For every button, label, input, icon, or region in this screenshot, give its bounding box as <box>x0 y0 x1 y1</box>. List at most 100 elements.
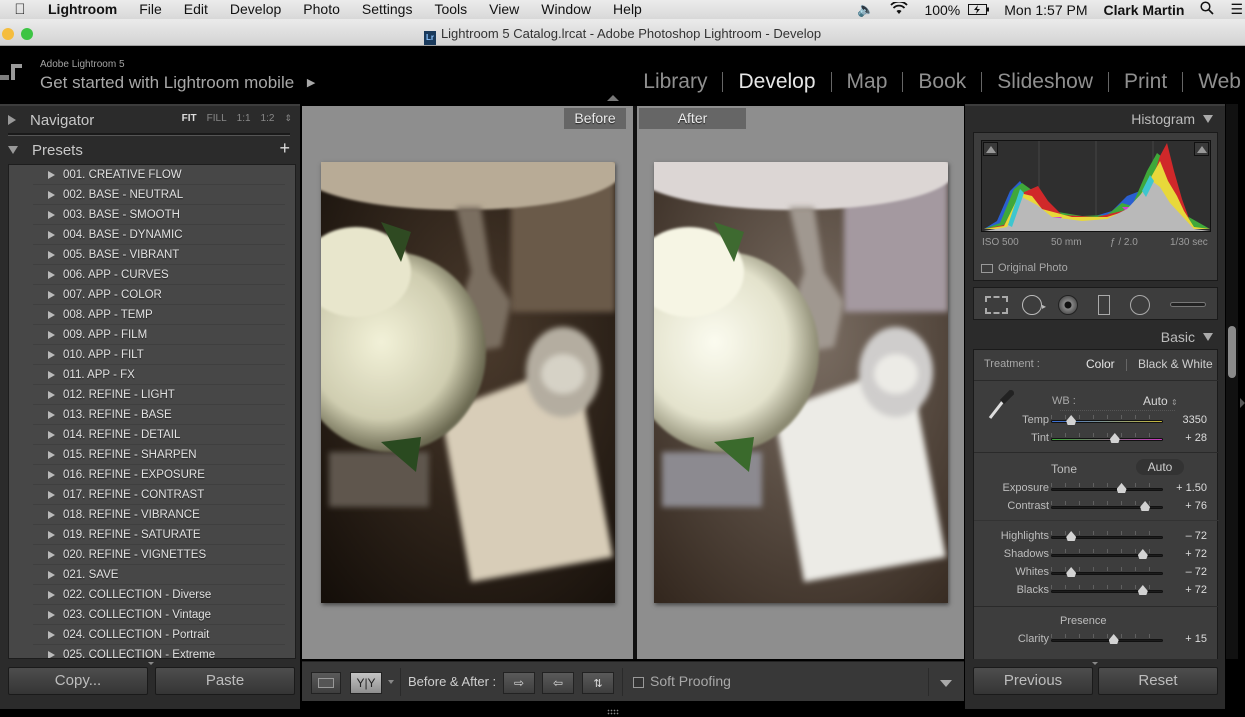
histogram-chart[interactable] <box>981 140 1211 232</box>
preset-folder[interactable]: 002. BASE - NEUTRAL <box>33 185 285 205</box>
expand-triangle-icon[interactable] <box>48 551 55 559</box>
presets-header[interactable]: Presets <box>8 136 83 164</box>
tint-slider[interactable]: Tint + 28 <box>974 430 1219 448</box>
basic-header[interactable]: Basic <box>1161 329 1213 345</box>
menu-develop[interactable]: Develop <box>219 0 292 19</box>
expand-triangle-icon[interactable] <box>48 211 55 219</box>
expand-triangle-icon[interactable] <box>48 631 55 639</box>
expand-triangle-icon[interactable] <box>48 571 55 579</box>
module-slideshow[interactable]: Slideshow <box>982 70 1108 94</box>
right-panel-scroll-thumb[interactable] <box>1228 326 1236 378</box>
expand-triangle-icon[interactable] <box>48 311 55 319</box>
preset-folder[interactable]: 020. REFINE - VIGNETTES <box>33 545 285 565</box>
preset-folder[interactable]: 017. REFINE - CONTRAST <box>33 485 285 505</box>
graduated-filter-tool-icon[interactable] <box>1098 295 1110 315</box>
preset-folder[interactable]: 010. APP - FILT <box>33 345 285 365</box>
preset-folder[interactable]: 009. APP - FILM <box>33 325 285 345</box>
expand-triangle-icon[interactable] <box>48 291 55 299</box>
wifi-icon[interactable] <box>882 0 916 18</box>
preset-folder[interactable]: 023. COLLECTION - Vintage <box>33 605 285 625</box>
expand-triangle-icon[interactable] <box>48 391 55 399</box>
crop-overlay-tool-icon[interactable] <box>985 296 1008 314</box>
user-name[interactable]: Clark Martin <box>1096 2 1193 18</box>
preset-folder[interactable]: 025. COLLECTION - Extreme <box>33 645 285 658</box>
contrast-value[interactable]: + 76 <box>1185 500 1207 512</box>
volume-icon[interactable]: 🔈 <box>849 1 882 18</box>
expand-triangle-icon[interactable] <box>48 251 55 259</box>
zoom-1-2[interactable]: 1:2 <box>261 113 275 124</box>
treatment-color-option[interactable]: Color <box>1086 357 1115 371</box>
right-panel-scrollbar[interactable] <box>1226 104 1238 659</box>
expand-triangle-icon[interactable] <box>48 591 55 599</box>
expand-triangle-icon[interactable] <box>48 491 55 499</box>
adjustment-brush-tool-icon[interactable] <box>1170 302 1206 307</box>
exposure-track[interactable] <box>1051 488 1163 491</box>
contrast-slider[interactable]: Contrast + 76 <box>974 498 1219 516</box>
collapse-filmstrip-icon[interactable] <box>607 709 619 715</box>
preset-folder[interactable]: 013. REFINE - BASE <box>33 405 285 425</box>
menu-settings[interactable]: Settings <box>351 0 424 19</box>
preset-folder[interactable]: 006. APP - CURVES <box>33 265 285 285</box>
copy-before-to-after-button[interactable]: ⇨ <box>503 672 535 694</box>
radial-filter-tool-icon[interactable] <box>1130 295 1150 315</box>
clarity-track[interactable] <box>1051 639 1163 642</box>
menu-window[interactable]: Window <box>530 0 602 19</box>
expand-triangle-icon[interactable] <box>48 511 55 519</box>
before-after-view-button[interactable]: Y|Y <box>350 672 382 694</box>
preset-folder[interactable]: 005. BASE - VIBRANT <box>33 245 285 265</box>
previous-button[interactable]: Previous <box>973 667 1093 695</box>
spotlight-search-icon[interactable] <box>1192 1 1222 18</box>
menu-view[interactable]: View <box>478 0 530 19</box>
preset-folder[interactable]: 019. REFINE - SATURATE <box>33 525 285 545</box>
menu-app[interactable]: Lightroom <box>40 0 128 19</box>
expand-triangle-icon[interactable] <box>48 651 55 658</box>
preset-folder[interactable]: 021. SAVE <box>33 565 285 585</box>
add-preset-icon[interactable]: + <box>279 138 290 159</box>
preset-folder[interactable]: 016. REFINE - EXPOSURE <box>33 465 285 485</box>
reset-button[interactable]: Reset <box>1098 667 1218 695</box>
expand-triangle-icon[interactable] <box>48 331 55 339</box>
menu-edit[interactable]: Edit <box>173 0 219 19</box>
red-eye-tool-icon[interactable] <box>1058 295 1078 315</box>
copy-button[interactable]: Copy... <box>8 667 148 695</box>
lightroom-mobile-link[interactable]: Get started with Lightroom mobile ▶ <box>40 73 315 93</box>
zoom-fill[interactable]: FILL <box>207 113 227 124</box>
temp-value[interactable]: 3350 <box>1183 414 1207 426</box>
treatment-bw-option[interactable]: Black & White <box>1138 357 1213 371</box>
clarity-slider[interactable]: Clarity + 15 <box>974 631 1219 649</box>
preset-folder[interactable]: 011. APP - FX <box>33 365 285 385</box>
zoom-fit[interactable]: FIT <box>182 113 197 124</box>
after-photo[interactable] <box>654 162 948 603</box>
preset-folder[interactable]: 015. REFINE - SHARPEN <box>33 445 285 465</box>
paste-button[interactable]: Paste <box>155 667 295 695</box>
apple-menu-icon[interactable]:  <box>0 1 40 18</box>
module-develop[interactable]: Develop <box>723 70 830 94</box>
loupe-view-button[interactable] <box>311 672 341 694</box>
blacks-slider[interactable]: Blacks + 72 <box>974 582 1219 600</box>
expand-triangle-icon[interactable] <box>48 451 55 459</box>
temp-slider[interactable]: Temp 3350 <box>974 412 1219 430</box>
preset-folder[interactable]: 008. APP - TEMP <box>33 305 285 325</box>
swap-before-after-button[interactable]: ⇅ <box>582 672 614 694</box>
expand-triangle-icon[interactable] <box>48 351 55 359</box>
expand-triangle-icon[interactable] <box>48 171 55 179</box>
expand-triangle-icon[interactable] <box>48 531 55 539</box>
zoom-stepper-icon[interactable]: ⇕ <box>284 113 292 124</box>
preset-folder[interactable]: 001. CREATIVE FLOW <box>33 165 285 185</box>
navigator-header[interactable]: Navigator <box>8 106 94 134</box>
preset-folder[interactable]: 007. APP - COLOR <box>33 285 285 305</box>
expand-triangle-icon[interactable] <box>48 271 55 279</box>
expand-triangle-icon[interactable] <box>48 611 55 619</box>
soft-proofing-checkbox[interactable] <box>633 677 644 688</box>
notification-center-icon[interactable]: ☰ <box>1222 1 1245 18</box>
shadows-slider[interactable]: Shadows + 72 <box>974 546 1219 564</box>
menu-tools[interactable]: Tools <box>423 0 478 19</box>
whites-slider[interactable]: Whites – 72 <box>974 564 1219 582</box>
highlight-clipping-toggle[interactable] <box>1194 142 1209 156</box>
tint-value[interactable]: + 28 <box>1185 432 1207 444</box>
module-book[interactable]: Book <box>903 70 981 94</box>
preset-folder[interactable]: 012. REFINE - LIGHT <box>33 385 285 405</box>
shadows-value[interactable]: + 72 <box>1185 548 1207 560</box>
histogram-header[interactable]: Histogram <box>1131 111 1213 127</box>
original-photo-checkbox[interactable] <box>981 264 993 273</box>
